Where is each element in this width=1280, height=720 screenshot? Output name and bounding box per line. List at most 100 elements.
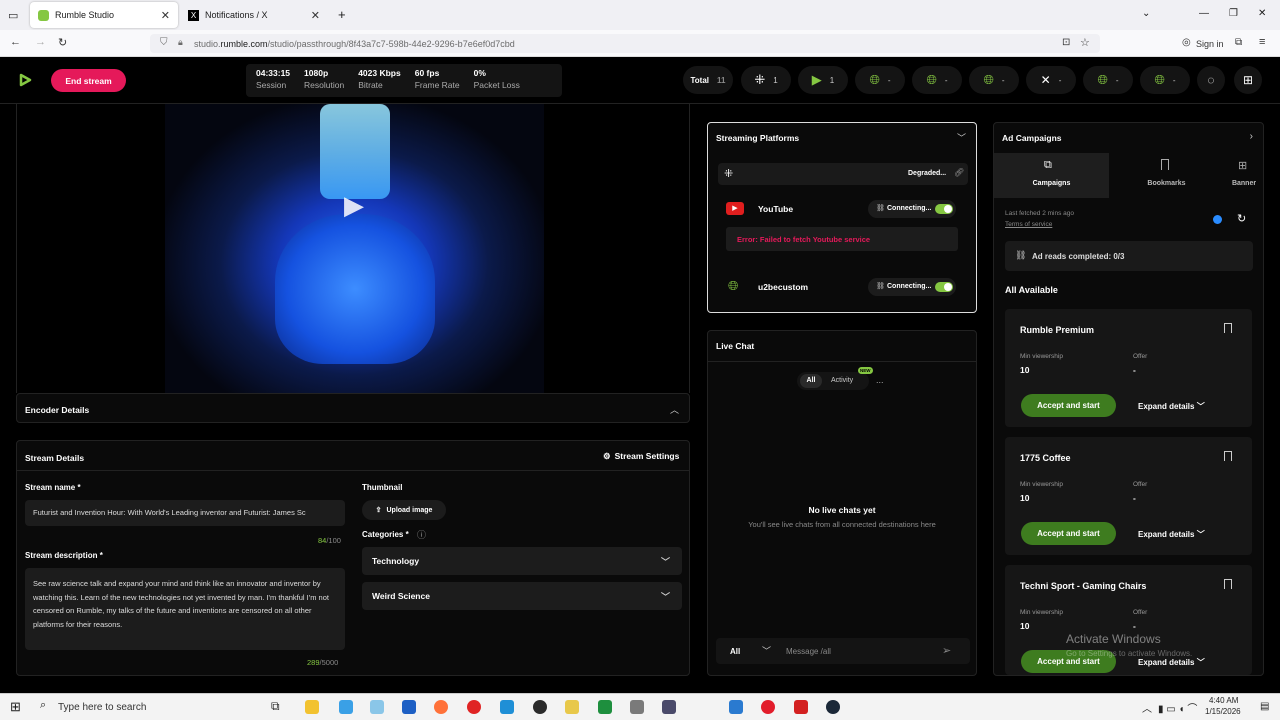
- app-icon[interactable]: [565, 700, 579, 714]
- search-icon[interactable]: ⌕: [40, 699, 46, 712]
- task-view-icon[interactable]: ⧉: [271, 699, 280, 714]
- u2becustom-status[interactable]: ⛓ Connecting...: [868, 278, 956, 296]
- app-icon[interactable]: [662, 700, 676, 714]
- taskbar-search[interactable]: Type here to search: [58, 702, 146, 713]
- maximize-icon[interactable]: ❐: [1229, 8, 1238, 19]
- lightbulb-button[interactable]: ◌: [1197, 66, 1225, 94]
- tab-bookmarks[interactable]: Bookmarks: [1109, 153, 1224, 198]
- file-explorer-icon[interactable]: [305, 700, 319, 714]
- clock-time[interactable]: 4:40 AM: [1209, 696, 1238, 705]
- app-icon[interactable]: [630, 700, 644, 714]
- youtube-toggle[interactable]: [935, 204, 953, 214]
- sign-in-link[interactable]: Sign in: [1196, 39, 1224, 49]
- total-destinations[interactable]: Total 11: [683, 66, 733, 94]
- refresh-icon[interactable]: ↻: [1237, 212, 1246, 225]
- tab-campaigns[interactable]: ⧉ Campaigns: [994, 153, 1109, 198]
- chevron-right-icon[interactable]: ›: [1250, 131, 1253, 142]
- send-icon[interactable]: ➢: [942, 644, 951, 657]
- end-stream-button[interactable]: End stream: [51, 69, 126, 92]
- stream-name-input[interactable]: Futurist and Invention Hour: With World'…: [25, 500, 345, 526]
- rumble-logo-icon[interactable]: [18, 73, 32, 87]
- tray-icons[interactable]: ▮ ▭ ◖ ⌒: [1158, 700, 1197, 715]
- app-icon[interactable]: [533, 700, 547, 714]
- tab-notifications-x[interactable]: X Notifications / X ✕: [180, 2, 328, 28]
- bookmark-icon[interactable]: [1224, 323, 1232, 333]
- tab-banner[interactable]: ⊞ Banner: [1224, 153, 1264, 198]
- category-select-2[interactable]: Weird Science ﹀: [362, 582, 682, 610]
- destination-pill-1[interactable]: ⁜ 1: [741, 66, 791, 94]
- destination-pill-7[interactable]: 🌐︎ -: [1083, 66, 1133, 94]
- info-icon[interactable]: [1213, 215, 1222, 224]
- video-preview[interactable]: ▶: [16, 104, 690, 393]
- app-icon[interactable]: [370, 700, 384, 714]
- bookmark-star-icon[interactable]: ☆: [1080, 36, 1090, 49]
- notifications-icon[interactable]: ▤: [1260, 701, 1269, 712]
- close-tab-icon[interactable]: ✕: [311, 9, 320, 22]
- app-icon[interactable]: [402, 700, 416, 714]
- windows-start-icon[interactable]: ⊞: [10, 699, 21, 715]
- destination-pill-rumble[interactable]: ▶ 1: [798, 66, 848, 94]
- stream-details-title: Stream Details: [25, 453, 85, 463]
- expand-details-button[interactable]: Expand details ﹀: [1138, 657, 1205, 668]
- close-window-icon[interactable]: ✕: [1258, 8, 1266, 19]
- accept-and-start-button[interactable]: Accept and start: [1021, 394, 1116, 417]
- expand-details-button[interactable]: Expand details ﹀: [1138, 529, 1205, 540]
- destination-pill-8[interactable]: 🌐︎ -: [1140, 66, 1190, 94]
- reload-icon[interactable]: ↻: [58, 36, 67, 49]
- more-options-icon[interactable]: ...: [876, 375, 884, 385]
- bookmark-icon[interactable]: [1224, 451, 1232, 461]
- play-icon[interactable]: ▶: [344, 190, 364, 221]
- chevron-up-icon[interactable]: ︿: [670, 403, 679, 416]
- minimize-icon[interactable]: —: [1199, 8, 1209, 19]
- forward-icon[interactable]: →: [35, 36, 46, 48]
- tray-chevron-up-icon[interactable]: ︿: [1142, 700, 1152, 715]
- destination-pill-3[interactable]: 🌐︎ -: [855, 66, 905, 94]
- app-icon[interactable]: [729, 700, 743, 714]
- grid-add-button[interactable]: ⊞: [1234, 66, 1262, 94]
- menu-icon[interactable]: ≡: [1259, 36, 1265, 48]
- tab-rumble-studio[interactable]: Rumble Studio ✕: [30, 2, 178, 28]
- clock-date[interactable]: 1/15/2026: [1205, 707, 1241, 716]
- app-icon[interactable]: [794, 700, 808, 714]
- accept-and-start-button[interactable]: Accept and start: [1021, 522, 1116, 545]
- account-icon[interactable]: ◎: [1182, 37, 1191, 48]
- back-icon[interactable]: ←: [10, 36, 21, 48]
- destination-pill-4[interactable]: 🌐︎ -: [912, 66, 962, 94]
- link-icon[interactable]: 🔗︎: [954, 168, 964, 177]
- encoder-details-panel[interactable]: Encoder Details ︿: [16, 393, 690, 423]
- steam-icon[interactable]: [826, 700, 840, 714]
- app-icon[interactable]: [598, 700, 612, 714]
- category-select-1[interactable]: Technology ﹀: [362, 547, 682, 575]
- bookmark-icon[interactable]: [1224, 579, 1232, 589]
- tab-list-icon[interactable]: ▭: [8, 9, 18, 22]
- close-tab-icon[interactable]: ✕: [161, 9, 170, 22]
- terms-link[interactable]: Terms of service: [1005, 221, 1052, 228]
- address-bar[interactable]: ⛉ 🔒︎ studio. rumble.com/studio/passthroug…: [150, 34, 1100, 53]
- youtube-status[interactable]: ⛓ Connecting...: [868, 200, 956, 218]
- firefox-icon[interactable]: [434, 700, 448, 714]
- new-tab-icon[interactable]: +: [338, 7, 346, 22]
- chat-message-input[interactable]: Message /all: [786, 647, 831, 656]
- u2becustom-toggle[interactable]: [935, 282, 953, 292]
- tab-all[interactable]: All: [800, 374, 822, 388]
- expand-details-button[interactable]: Expand details ﹀: [1138, 401, 1205, 412]
- app-icon[interactable]: [500, 700, 514, 714]
- shield-icon[interactable]: ⛉: [160, 37, 168, 48]
- dots-icon: ⁜: [754, 72, 766, 87]
- tab-activity[interactable]: Activity: [831, 377, 853, 384]
- chat-filter-select[interactable]: All: [730, 647, 740, 656]
- destination-pill-x[interactable]: ✕ -: [1026, 66, 1076, 94]
- app-icon[interactable]: [339, 700, 353, 714]
- page-action-icon[interactable]: ⊡: [1062, 37, 1070, 48]
- chevron-down-icon[interactable]: ﹀: [957, 131, 966, 144]
- opera-icon[interactable]: [761, 700, 775, 714]
- info-icon[interactable]: ⓘ: [417, 528, 426, 541]
- app-icon[interactable]: [467, 700, 481, 714]
- stream-description-input[interactable]: See raw science talk and expand your min…: [25, 568, 345, 650]
- chevron-down-icon[interactable]: ⌄: [1142, 8, 1150, 19]
- stream-settings-button[interactable]: ⚙ Stream Settings: [603, 451, 679, 462]
- chevron-down-icon[interactable]: ﹀: [762, 644, 771, 657]
- upload-image-button[interactable]: ⇪ Upload image: [362, 500, 446, 520]
- extensions-icon[interactable]: ⧉: [1235, 37, 1242, 48]
- destination-pill-5[interactable]: 🌐︎ -: [969, 66, 1019, 94]
